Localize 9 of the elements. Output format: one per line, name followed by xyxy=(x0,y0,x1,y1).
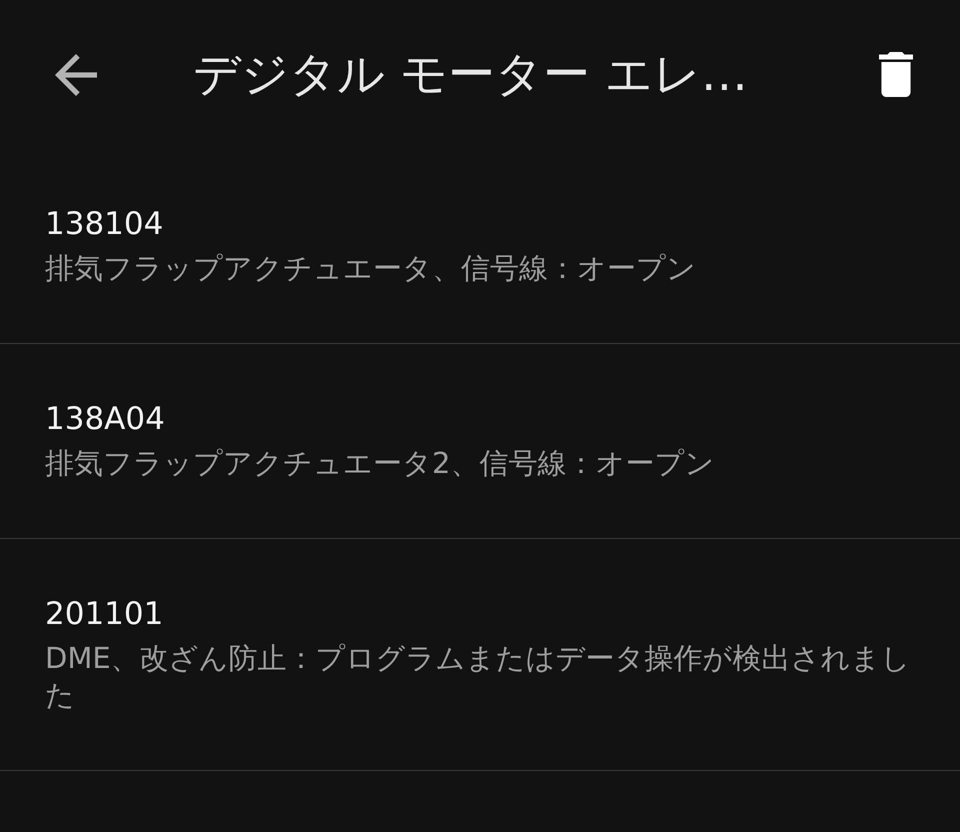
left-arrow-icon xyxy=(55,54,97,96)
fault-description: 排気フラップアクチュエータ2、信号線：オープン xyxy=(45,445,716,482)
screen-title: デジタル モーター エレ… xyxy=(193,46,749,104)
fault-description: DME、改ざん防止：プログラムまたはデータ操作が検出されました xyxy=(45,640,912,714)
fault-description: 排気フラップアクチュエータ、信号線：オープン xyxy=(45,250,697,287)
trash-icon xyxy=(879,52,913,97)
fault-code: 138104 xyxy=(45,205,164,244)
fault-code: 201101 xyxy=(45,595,164,634)
fault-code: 138A04 xyxy=(45,400,166,439)
